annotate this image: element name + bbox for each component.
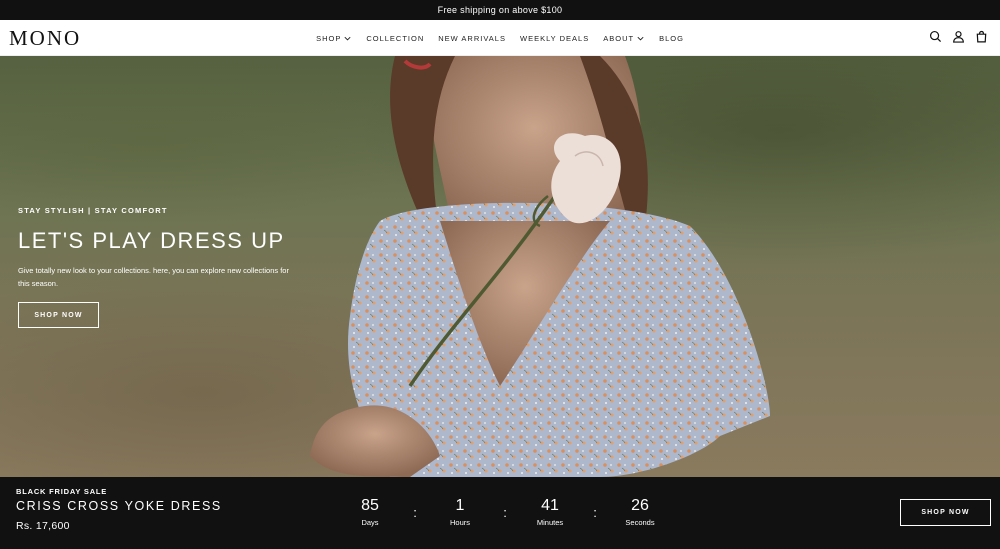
- countdown-hours: 1 Hours: [430, 497, 490, 527]
- nav-item-about[interactable]: ABOUT: [603, 34, 645, 43]
- cart-icon[interactable]: [975, 30, 988, 43]
- chevron-down-icon: [344, 36, 351, 40]
- nav-item-collection[interactable]: COLLECTION: [366, 34, 424, 43]
- hero-eyebrow: STAY STYLISH | STAY COMFORT: [18, 206, 168, 215]
- nav-item-label: NEW ARRIVALS: [438, 33, 506, 43]
- countdown-separator: :: [593, 505, 597, 520]
- announcement-bar: Free shipping on above $100: [0, 0, 1000, 20]
- chevron-down-icon: [637, 36, 644, 40]
- hero-title: LET'S PLAY DRESS UP: [18, 228, 285, 253]
- countdown-seconds: 26 Seconds: [610, 497, 670, 527]
- hero-content: STAY STYLISH | STAY COMFORT LET'S PLAY D…: [18, 206, 318, 328]
- brand-logo[interactable]: MONO: [9, 26, 81, 51]
- countdown-label: Seconds: [625, 518, 655, 527]
- site-header: MONO SHOP COLLECTION NEW ARRIVALS WEEKLY…: [0, 20, 1000, 56]
- countdown-label: Hours: [449, 518, 470, 527]
- countdown-days: 85 Days: [340, 497, 400, 527]
- hero-banner: STAY STYLISH | STAY COMFORT LET'S PLAY D…: [0, 56, 1000, 477]
- nav-item-shop[interactable]: SHOP: [316, 34, 352, 43]
- promo-shop-now-button[interactable]: SHOP NOW: [900, 499, 991, 526]
- nav-item-label: WEEKLY DEALS: [519, 33, 590, 43]
- nav-item-label: SHOP: [316, 33, 342, 43]
- countdown-value: 85: [361, 497, 379, 514]
- hero-shop-now-button[interactable]: SHOP NOW: [18, 302, 99, 328]
- countdown-timer: 85 Days : 1 Hours : 41 Minutes : 26 Seco…: [340, 497, 670, 527]
- nav-item-label: COLLECTION: [366, 33, 425, 43]
- countdown-separator: :: [503, 505, 507, 520]
- nav-item-blog[interactable]: BLOG: [659, 34, 684, 43]
- countdown-separator: :: [413, 505, 417, 520]
- promo-bar: BLACK FRIDAY SALE CRISS CROSS YOKE DRESS…: [0, 477, 1000, 549]
- main-nav: SHOP COLLECTION NEW ARRIVALS WEEKLY DEAL…: [0, 20, 1000, 56]
- account-icon[interactable]: [952, 30, 965, 43]
- header-icons: [929, 30, 988, 43]
- countdown-value: 26: [631, 497, 649, 514]
- nav-item-weekly-deals[interactable]: WEEKLY DEALS: [520, 34, 589, 43]
- promo-product-title[interactable]: CRISS CROSS YOKE DRESS: [16, 499, 222, 513]
- nav-item-new-arrivals[interactable]: NEW ARRIVALS: [438, 34, 506, 43]
- promo-eyebrow: BLACK FRIDAY SALE: [16, 487, 108, 496]
- countdown-value: 41: [541, 497, 559, 514]
- countdown-label: Days: [361, 518, 379, 527]
- hero-description: Give totally new look to your collection…: [18, 266, 289, 288]
- search-icon[interactable]: [929, 30, 942, 43]
- countdown-value: 1: [455, 497, 465, 514]
- nav-item-label: ABOUT: [603, 33, 635, 43]
- countdown-label: Minutes: [536, 518, 564, 527]
- announcement-text: Free shipping on above $100: [437, 5, 563, 15]
- nav-item-label: BLOG: [659, 33, 684, 43]
- promo-price: Rs. 17,600: [16, 520, 70, 532]
- countdown-minutes: 41 Minutes: [520, 497, 580, 527]
